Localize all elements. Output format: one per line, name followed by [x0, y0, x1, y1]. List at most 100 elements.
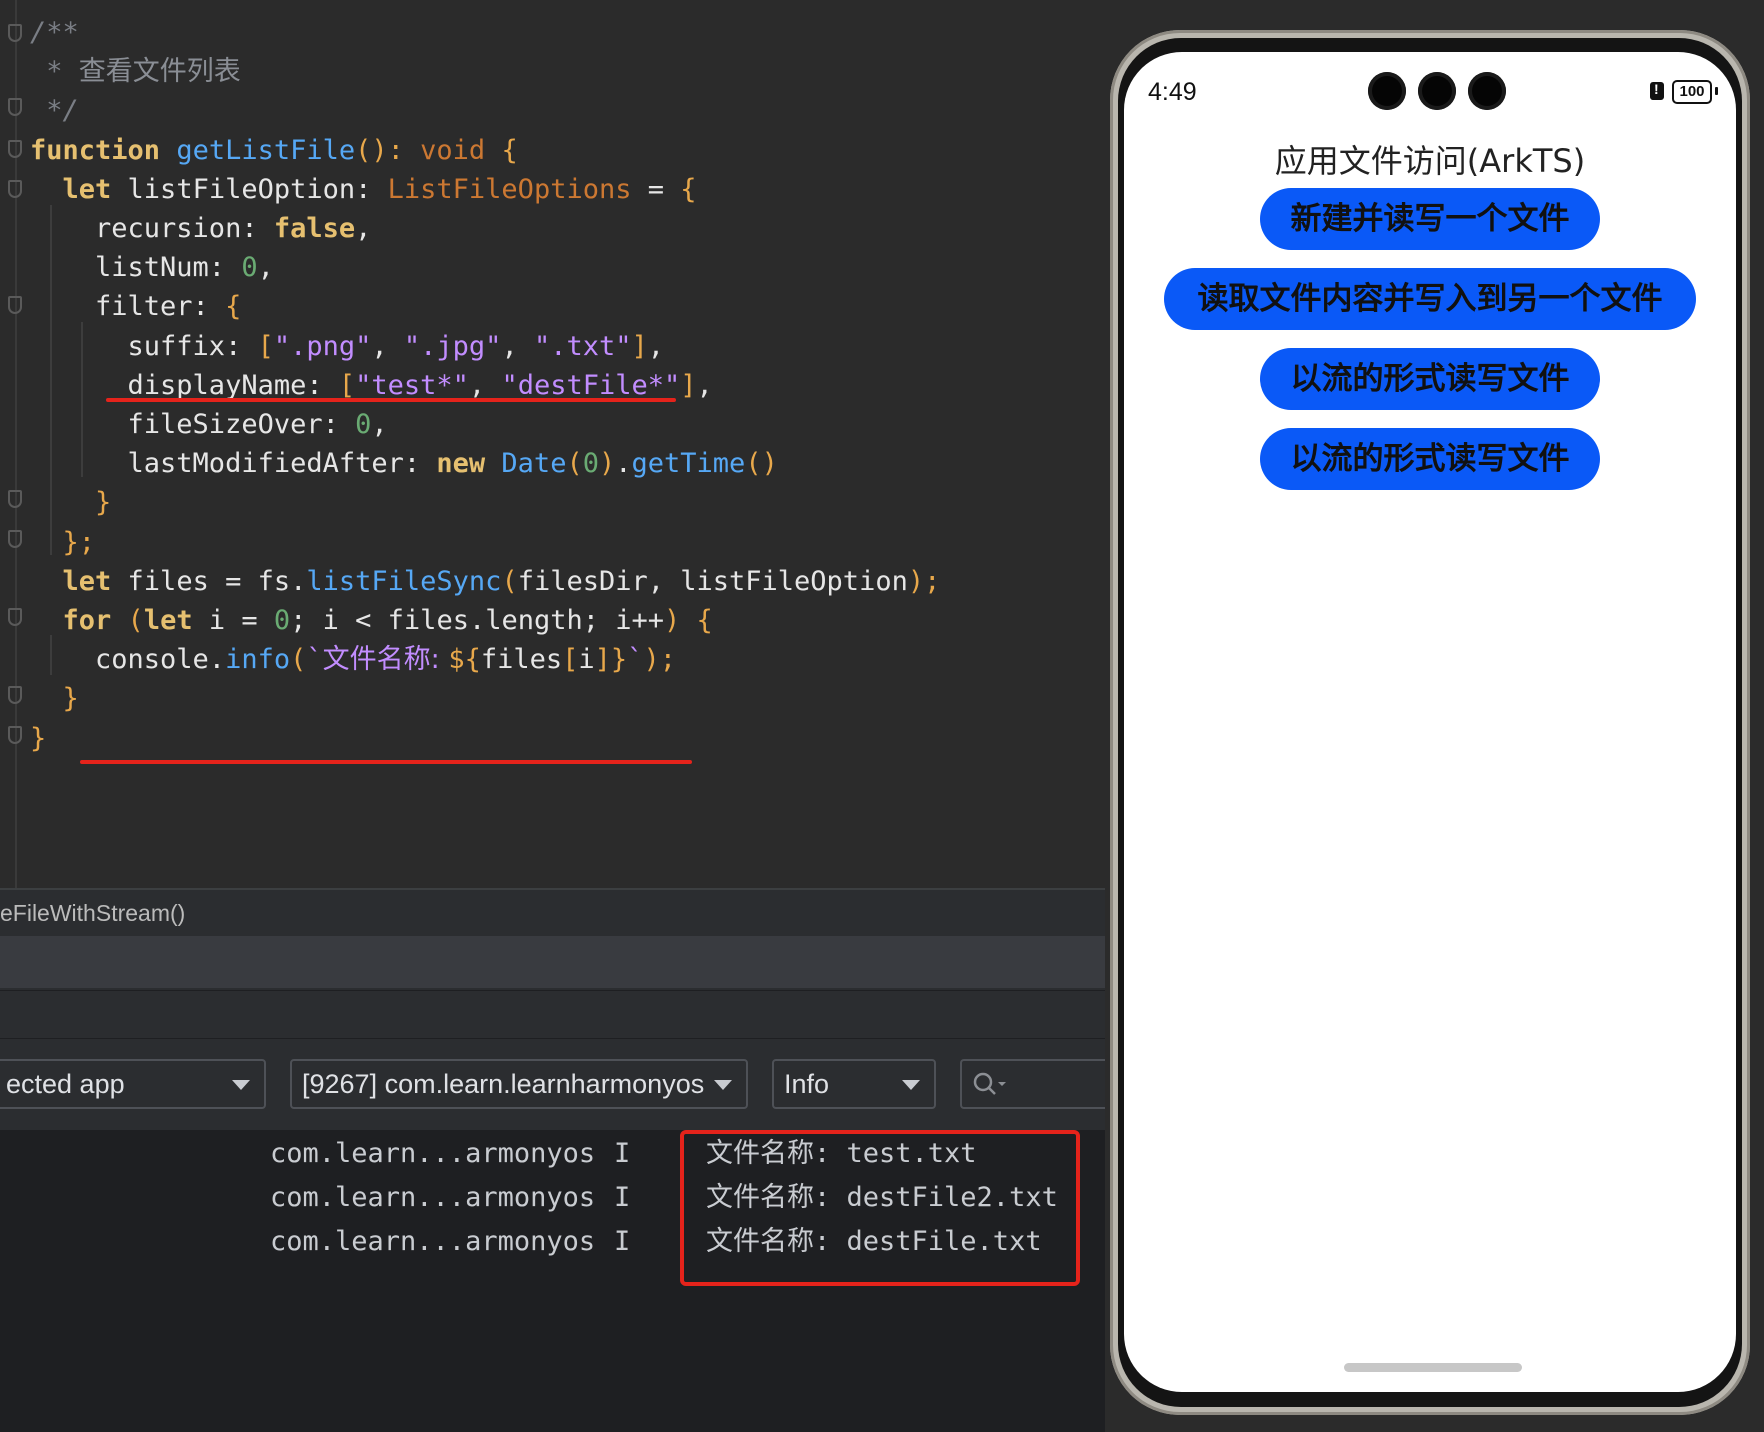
code-token: ]} [594, 644, 628, 676]
fold-icon[interactable] [8, 530, 22, 548]
code-token: filesDir, listFileOption [517, 565, 908, 597]
code-token: , [355, 213, 372, 244]
code-line[interactable]: * 查看文件列表 [30, 50, 241, 94]
code-token: let [30, 565, 128, 597]
search-icon [973, 1072, 1006, 1095]
camera-icon [1368, 72, 1406, 110]
code-token: } [30, 487, 112, 519]
code-token: , [696, 369, 713, 401]
stream-read-write-button[interactable]: 以流的形式读写文件 [1260, 348, 1600, 410]
log-level-select[interactable]: Info [772, 1059, 936, 1109]
code-line[interactable]: /** [30, 11, 79, 55]
highlight-underline-console [80, 760, 692, 764]
fold-icon[interactable] [8, 98, 22, 116]
code-token: * [30, 56, 79, 88]
code-token: ( [566, 448, 583, 480]
breadcrumb[interactable]: eFileWithStream() [0, 888, 1105, 936]
app-select[interactable]: ected app [0, 1059, 266, 1109]
indent-guide [81, 322, 83, 477]
code-line[interactable]: filter: { [30, 285, 241, 329]
code-line[interactable]: let listFileOption: ListFileOptions = { [30, 168, 697, 212]
code-line[interactable]: }; [30, 521, 96, 565]
code-token: ".jpg" [403, 330, 502, 362]
gutter [15, 0, 17, 888]
battery-icon: 100 [1672, 80, 1712, 104]
process-select[interactable]: [9267] com.learn.learnharmonyos [290, 1059, 748, 1109]
code-line[interactable]: } [30, 717, 46, 761]
fold-icon[interactable] [8, 726, 22, 744]
code-token: ListFileOptions [387, 173, 632, 205]
code-token: ) { [664, 605, 713, 636]
code-token: { [225, 291, 242, 323]
code-token: recursion: [30, 213, 274, 244]
tool-window-header [0, 936, 1105, 988]
code-token: , [647, 330, 665, 362]
code-token: /** [30, 17, 79, 48]
code-token: } [30, 722, 47, 754]
stream-read-write-button-2[interactable]: 以流的形式读写文件 [1260, 428, 1600, 490]
code-line[interactable]: fileSizeOver: 0, [30, 403, 388, 447]
read-and-copy-file-button[interactable]: 读取文件内容并写入到另一个文件 [1164, 268, 1696, 330]
tool-window-tabs [0, 990, 1105, 1037]
fold-icon[interactable] [8, 180, 22, 198]
fold-icon[interactable] [8, 140, 22, 158]
indent-guide [50, 635, 52, 675]
code-token: info [225, 644, 291, 676]
code-line[interactable]: function getListFile(): void { [30, 129, 518, 173]
code-line[interactable]: listNum: 0, [30, 246, 274, 290]
phone-screen[interactable]: 4:49 100 应用文件访问(ArkTS) 新建并读写一个文件 读取文件内容并… [1124, 52, 1736, 1392]
code-token: getTime [631, 448, 746, 480]
code-line[interactable]: let files = fs.listFileSync(filesDir, li… [30, 560, 941, 604]
code-token: listFileOption [127, 173, 356, 205]
code-line[interactable]: for (let i = 0; i < files.length; i++) { [30, 599, 713, 643]
log-tag: com.learn...armonyos [270, 1138, 596, 1169]
log-level: I [614, 1226, 631, 1257]
code-token: = [631, 173, 681, 205]
code-token: , [501, 330, 534, 362]
fold-icon[interactable] [8, 24, 22, 42]
highlight-underline-displayname [106, 398, 676, 402]
camera-icon [1418, 72, 1456, 110]
fold-icon[interactable] [8, 296, 22, 314]
log-level-value: Info [784, 1069, 830, 1099]
code-token: { [501, 134, 518, 166]
fold-icon[interactable] [8, 608, 22, 626]
log-search-input[interactable] [960, 1059, 1120, 1109]
code-line[interactable]: recursion: false, [30, 207, 371, 251]
code-token: ) [598, 448, 616, 480]
chevron-down-icon [714, 1080, 732, 1090]
code-token: ( [290, 644, 307, 676]
code-line[interactable]: lastModifiedAfter: new Date(0).getTime() [30, 442, 778, 486]
code-token: lastModifiedAfter: [30, 448, 437, 480]
code-line[interactable]: console.info(`文件名称: ${files[i]}`); [30, 638, 676, 682]
code-token: 0 [355, 409, 372, 440]
fold-icon[interactable] [8, 686, 22, 704]
code-line[interactable]: */ [30, 89, 79, 133]
code-token: }; [30, 526, 96, 558]
code-line[interactable]: } [30, 677, 79, 721]
log-tag: com.learn...armonyos [270, 1182, 596, 1213]
home-indicator[interactable] [1344, 1363, 1522, 1372]
code-token: suffix: [30, 330, 258, 362]
code-token: ".txt" [533, 330, 632, 362]
code-editor[interactable]: /** * 查看文件列表 */function getListFile(): v… [0, 0, 1105, 888]
chevron-down-icon [232, 1080, 250, 1090]
breadcrumb-label[interactable]: eFileWithStream() [0, 900, 185, 926]
app-select-value: ected app [6, 1069, 125, 1099]
code-token: let [143, 605, 209, 636]
code-token: 0 [241, 252, 258, 284]
code-line[interactable]: } [30, 481, 111, 525]
log-level: I [614, 1138, 631, 1169]
code-token: , [371, 409, 388, 440]
create-read-write-file-button[interactable]: 新建并读写一个文件 [1260, 188, 1600, 250]
code-token: Date [501, 448, 567, 480]
code-token: false [273, 213, 356, 244]
code-token: displayName: [30, 369, 339, 401]
fold-icon[interactable] [8, 490, 22, 508]
phone-bezel: 4:49 100 应用文件访问(ArkTS) 新建并读写一个文件 读取文件内容并… [1118, 38, 1742, 1407]
log-output[interactable]: com.learn...armonyos I 文件名称: test.txt com.l… [0, 1130, 1105, 1432]
code-token: } [30, 683, 79, 715]
code-line[interactable]: suffix: [".png", ".jpg", ".txt"], [30, 325, 665, 369]
camera-icon [1468, 72, 1506, 110]
code-token: ` [306, 644, 323, 676]
